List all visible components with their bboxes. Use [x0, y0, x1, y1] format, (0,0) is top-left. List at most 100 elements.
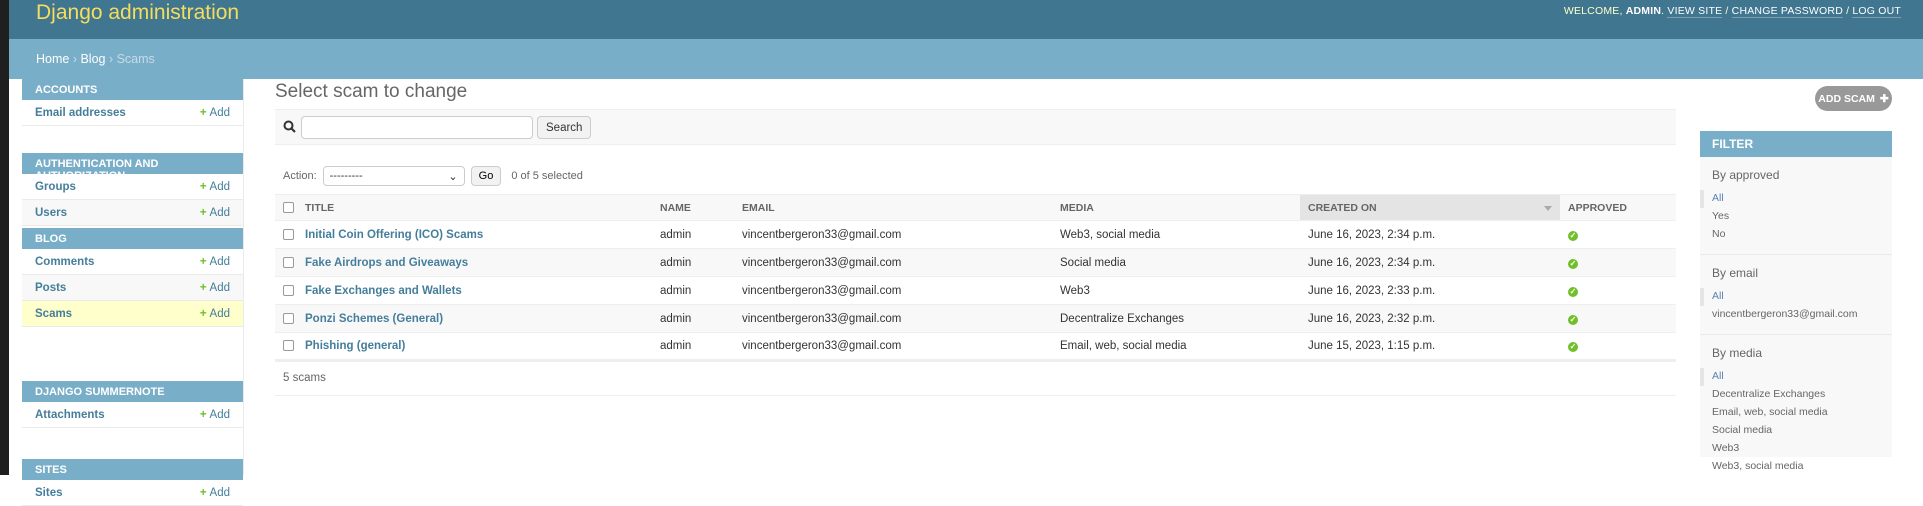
filter-option[interactable]: All: [1700, 190, 1892, 208]
cell-title[interactable]: Ponzi Schemes (General): [297, 304, 652, 333]
filter-option[interactable]: Social media: [1700, 422, 1892, 440]
cell-approved: ✓: [1560, 276, 1676, 305]
cell-email: vincentbergeron33@gmail.com: [734, 332, 1052, 362]
filter-panel: Filter By approved All Yes No By email All vin…: [1700, 131, 1892, 472]
cell-created-on: June 16, 2023, 2:34 p.m.: [1300, 220, 1560, 249]
add-link[interactable]: + Add: [200, 256, 230, 268]
table-row: Initial Coin Offering (ICO) Scams admin …: [275, 220, 1676, 249]
change-password-link[interactable]: Change password: [1731, 5, 1843, 18]
plus-icon: +: [199, 408, 207, 421]
column-name[interactable]: Name: [652, 194, 734, 221]
module-header[interactable]: Sites: [22, 459, 243, 480]
sidebar-item-label[interactable]: Sites: [35, 487, 63, 499]
add-label: Add: [209, 486, 230, 499]
plus-icon: +: [199, 180, 207, 193]
site-brand[interactable]: Django administration: [36, 1, 239, 25]
cell-created-on: June 16, 2023, 2:34 p.m.: [1300, 248, 1560, 277]
add-label: Add: [209, 180, 230, 193]
module-header[interactable]: Authentication and Authorization: [22, 153, 243, 182]
add-link[interactable]: + Add: [200, 308, 230, 320]
row-checkbox[interactable]: [283, 228, 294, 240]
add-label: Add: [209, 106, 230, 119]
filter-option[interactable]: All: [1700, 288, 1892, 306]
row-checkbox[interactable]: [283, 256, 294, 268]
sort-desc-icon[interactable]: [1544, 206, 1552, 211]
table-row: Phishing (general) admin vincentbergeron…: [275, 332, 1676, 362]
action-label: Action:: [283, 170, 317, 182]
column-approved[interactable]: Approved: [1560, 194, 1676, 221]
search-button[interactable]: Search: [537, 116, 592, 139]
sidebar-item-label[interactable]: Users: [35, 207, 67, 219]
cell-approved: ✓: [1560, 332, 1676, 362]
plus-icon: +: [199, 307, 207, 320]
breadcrumb-home[interactable]: Home: [36, 52, 69, 66]
add-label: Add: [209, 307, 230, 320]
column-title[interactable]: Title: [297, 194, 652, 221]
sidebar-item-label[interactable]: Attachments: [35, 409, 105, 421]
filter-group: By media All Decentralize Exchanges Email, …: [1700, 335, 1892, 486]
plus-icon: +: [199, 255, 207, 268]
add-link[interactable]: + Add: [200, 181, 230, 193]
view-site-link[interactable]: View site: [1667, 5, 1723, 18]
table-row: Ponzi Schemes (General) admin vincentber…: [275, 304, 1676, 333]
check-circle-icon: ✓: [1568, 314, 1578, 325]
filter-option[interactable]: Decentralize Exchanges: [1700, 386, 1892, 404]
add-scam-button[interactable]: Add scam ✚: [1815, 86, 1892, 111]
cell-approved: ✓: [1560, 248, 1676, 277]
sidebar-item-label[interactable]: Scams: [35, 308, 72, 320]
cell-title[interactable]: Phishing (general): [297, 332, 652, 362]
cell-media: Web3: [1052, 276, 1300, 305]
filter-option[interactable]: Web3, social media: [1700, 458, 1892, 476]
add-link[interactable]: + Add: [200, 487, 230, 499]
sidebar-item-label[interactable]: Comments: [35, 256, 94, 268]
breadcrumb-blog[interactable]: Blog: [80, 52, 105, 66]
action-select[interactable]: --------- ⌄: [322, 166, 465, 186]
cell-name: admin: [652, 276, 734, 305]
sidebar-item-label[interactable]: Email addresses: [35, 107, 126, 119]
sidebar-item-label[interactable]: Groups: [35, 181, 76, 193]
cell-title[interactable]: Initial Coin Offering (ICO) Scams: [297, 220, 652, 249]
sidebar: Accounts Email addresses + Add Authenticatio…: [22, 79, 244, 506]
breadcrumb-current: Scams: [116, 52, 155, 66]
plus-icon: +: [199, 106, 207, 119]
cell-name: admin: [652, 248, 734, 277]
column-email[interactable]: Email: [734, 194, 1052, 221]
filter-option[interactable]: All: [1700, 368, 1892, 386]
filter-option[interactable]: Web3: [1700, 440, 1892, 458]
filter-option[interactable]: Yes: [1700, 208, 1892, 226]
cell-title[interactable]: Fake Exchanges and Wallets: [297, 276, 652, 305]
add-link[interactable]: + Add: [200, 409, 230, 421]
log-out-link[interactable]: Log out: [1852, 5, 1901, 18]
filter-option[interactable]: No: [1700, 226, 1892, 244]
cell-name: admin: [652, 304, 734, 333]
add-link[interactable]: + Add: [200, 282, 230, 294]
module-header[interactable]: Django Summernote: [22, 381, 243, 402]
add-link[interactable]: + Add: [200, 207, 230, 219]
search-input[interactable]: [301, 116, 533, 139]
go-button[interactable]: Go: [470, 166, 502, 186]
chevron-down-icon: ⌄: [448, 170, 458, 183]
actions-bar: Action: --------- ⌄ Go 0 of 5 selected: [283, 166, 583, 186]
row-select: [275, 332, 297, 362]
cell-title[interactable]: Fake Airdrops and Giveaways: [297, 248, 652, 277]
column-created-on[interactable]: Created on: [1300, 194, 1560, 221]
sidebar-item-posts: Posts + Add: [22, 275, 243, 301]
sidebar-item-label[interactable]: Posts: [35, 282, 66, 294]
cell-media: Web3, social media: [1052, 220, 1300, 249]
row-checkbox[interactable]: [283, 340, 294, 352]
plus-icon: +: [199, 206, 207, 219]
cell-created-on: June 16, 2023, 2:33 p.m.: [1300, 276, 1560, 305]
module-header[interactable]: Blog: [22, 228, 243, 249]
column-media[interactable]: Media: [1052, 194, 1300, 221]
row-select: [275, 220, 297, 249]
select-all-checkbox[interactable]: [283, 202, 294, 214]
module-header[interactable]: Accounts: [22, 79, 243, 100]
filter-option[interactable]: vincentbergeron33@gmail.com: [1700, 306, 1892, 324]
row-checkbox[interactable]: [283, 284, 294, 296]
breadcrumb-sep: ›: [105, 52, 117, 66]
row-checkbox[interactable]: [283, 312, 294, 324]
add-link[interactable]: + Add: [200, 107, 230, 119]
filter-option[interactable]: Email, web, social media: [1700, 404, 1892, 422]
check-circle-icon: ✓: [1568, 258, 1578, 269]
cell-created-on: June 15, 2023, 1:15 p.m.: [1300, 332, 1560, 362]
